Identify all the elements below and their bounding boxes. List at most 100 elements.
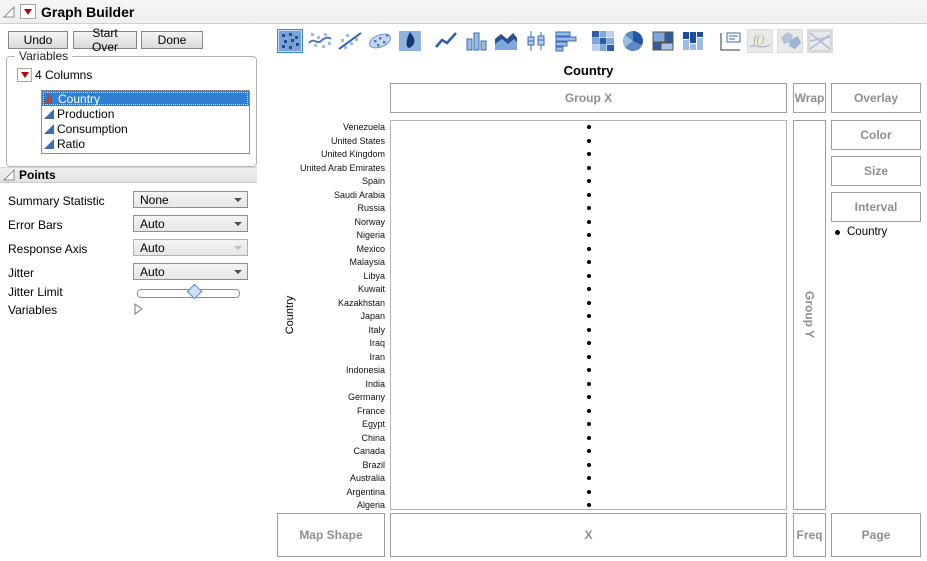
data-point-dot[interactable] <box>587 260 591 264</box>
data-point-dot[interactable] <box>587 355 591 359</box>
column-label: Consumption <box>57 122 128 136</box>
y-axis-tick-label: Nigeria <box>275 230 385 240</box>
drop-zone-overlay[interactable]: Overlay <box>831 83 921 113</box>
data-point-dot[interactable] <box>587 287 591 291</box>
jitter-limit-slider[interactable] <box>137 289 240 298</box>
done-button[interactable]: Done <box>141 31 203 49</box>
data-point-dot[interactable] <box>587 341 591 345</box>
data-point-dot[interactable] <box>587 368 591 372</box>
data-point-dot[interactable] <box>587 395 591 399</box>
treemap-graph-icon[interactable] <box>650 29 676 53</box>
area-graph-icon[interactable] <box>493 29 519 53</box>
data-point-dot[interactable] <box>587 314 591 318</box>
data-point-dot[interactable] <box>587 125 591 129</box>
drop-zone-x[interactable]: X <box>390 513 787 557</box>
data-point-dot[interactable] <box>587 503 591 507</box>
data-point-dot[interactable] <box>587 422 591 426</box>
undo-button[interactable]: Undo <box>8 31 68 49</box>
bar-graph-icon[interactable] <box>463 29 489 53</box>
points-disclosure-icon[interactable] <box>3 169 15 181</box>
drop-zone-interval[interactable]: Interval <box>831 192 921 222</box>
y-axis-tick-label: Malaysia <box>275 257 385 267</box>
data-point-dot[interactable] <box>587 220 591 224</box>
points-panel-header[interactable]: Points <box>0 167 257 183</box>
drop-zone-wrap[interactable]: Wrap <box>793 83 826 113</box>
columns-count-label: 4 Columns <box>35 68 92 82</box>
red-triangle-menu-button[interactable] <box>20 4 36 19</box>
chart-title: Country <box>390 63 787 78</box>
data-point-dot[interactable] <box>587 490 591 494</box>
drop-zone-page[interactable]: Page <box>831 513 921 557</box>
variables-panel: Variables 4 Columns CountryProductionCon… <box>6 56 257 167</box>
drop-zone-map-shape[interactable]: Map Shape <box>277 513 385 557</box>
y-axis-tick-label: Australia <box>275 473 385 483</box>
pie-graph-icon[interactable] <box>620 29 646 53</box>
variables-disclosure-icon[interactable] <box>133 303 143 315</box>
start-over-button[interactable]: Start Over <box>73 31 137 49</box>
data-point-dot[interactable] <box>587 301 591 305</box>
map-shapes-graph-icon <box>777 29 803 53</box>
data-point-dot[interactable] <box>587 247 591 251</box>
data-point-dot[interactable] <box>587 436 591 440</box>
error-bars-dropdown[interactable]: Auto <box>133 215 248 232</box>
smoother-graph-icon[interactable] <box>307 29 333 53</box>
continuous-column-icon <box>44 109 54 119</box>
y-axis-tick-label: Mexico <box>275 244 385 254</box>
columns-red-triangle-button[interactable] <box>17 68 32 82</box>
data-point-dot[interactable] <box>587 166 591 170</box>
drop-zone-group-y[interactable]: Group Y <box>793 120 826 510</box>
drop-zone-group-x[interactable]: Group X <box>390 83 787 113</box>
data-point-dot[interactable] <box>587 193 591 197</box>
columns-list[interactable]: CountryProductionConsumptionRatio <box>41 90 250 154</box>
data-point-dot[interactable] <box>587 476 591 480</box>
red-triangle-icon <box>24 9 32 15</box>
chevron-down-icon <box>234 198 242 202</box>
histogram-graph-icon[interactable] <box>553 29 579 53</box>
caption-box-graph-icon[interactable] <box>717 29 743 53</box>
points-graph-icon[interactable] <box>277 29 303 53</box>
jitter-limit-slider-thumb[interactable] <box>186 284 202 300</box>
data-point-dot[interactable] <box>587 139 591 143</box>
response-axis-label: Response Axis <box>8 242 87 256</box>
data-point-dot[interactable] <box>587 409 591 413</box>
drop-zone-color[interactable]: Color <box>831 120 921 150</box>
heatmap-graph-icon[interactable] <box>590 29 616 53</box>
line-graph-icon[interactable] <box>433 29 459 53</box>
ellipse-graph-icon[interactable] <box>367 29 393 53</box>
box-plot-graph-icon[interactable] <box>523 29 549 53</box>
column-item-ratio[interactable]: Ratio <box>42 136 249 151</box>
column-item-production[interactable]: Production <box>42 106 249 121</box>
jitter-dropdown[interactable]: Auto <box>133 263 248 280</box>
contour-graph-icon[interactable] <box>397 29 423 53</box>
data-point-dot[interactable] <box>587 206 591 210</box>
line-of-fit-graph-icon[interactable] <box>337 29 363 53</box>
summary-statistic-dropdown[interactable]: None <box>133 191 248 208</box>
data-point-dot[interactable] <box>587 179 591 183</box>
y-axis-tick-label: Italy <box>275 325 385 335</box>
nominal-column-icon <box>44 94 55 104</box>
chevron-down-icon <box>234 222 242 226</box>
data-point-dot[interactable] <box>587 233 591 237</box>
column-item-country[interactable]: Country <box>42 91 249 106</box>
chevron-down-icon <box>234 246 242 250</box>
summary-statistic-value: None <box>140 193 169 207</box>
column-item-consumption[interactable]: Consumption <box>42 121 249 136</box>
data-point-dot[interactable] <box>587 382 591 386</box>
data-point-dot[interactable] <box>587 274 591 278</box>
jitter-label: Jitter <box>8 266 34 280</box>
y-axis-tick-label: Argentina <box>275 487 385 497</box>
y-axis-tick-label: Spain <box>275 176 385 186</box>
data-point-dot[interactable] <box>587 152 591 156</box>
y-axis-tick-label: China <box>275 433 385 443</box>
legend-dot-marker <box>835 230 840 235</box>
data-point-dot[interactable] <box>587 449 591 453</box>
mosaic-graph-icon[interactable] <box>680 29 706 53</box>
points-variables-label: Variables <box>8 303 57 317</box>
jitter-value: Auto <box>140 265 165 279</box>
y-axis-tick-label: Indonesia <box>275 365 385 375</box>
collapse-disclosure-icon[interactable] <box>3 6 15 18</box>
data-point-dot[interactable] <box>587 463 591 467</box>
data-point-dot[interactable] <box>587 328 591 332</box>
drop-zone-freq[interactable]: Freq <box>793 513 826 557</box>
drop-zone-size[interactable]: Size <box>831 156 921 186</box>
